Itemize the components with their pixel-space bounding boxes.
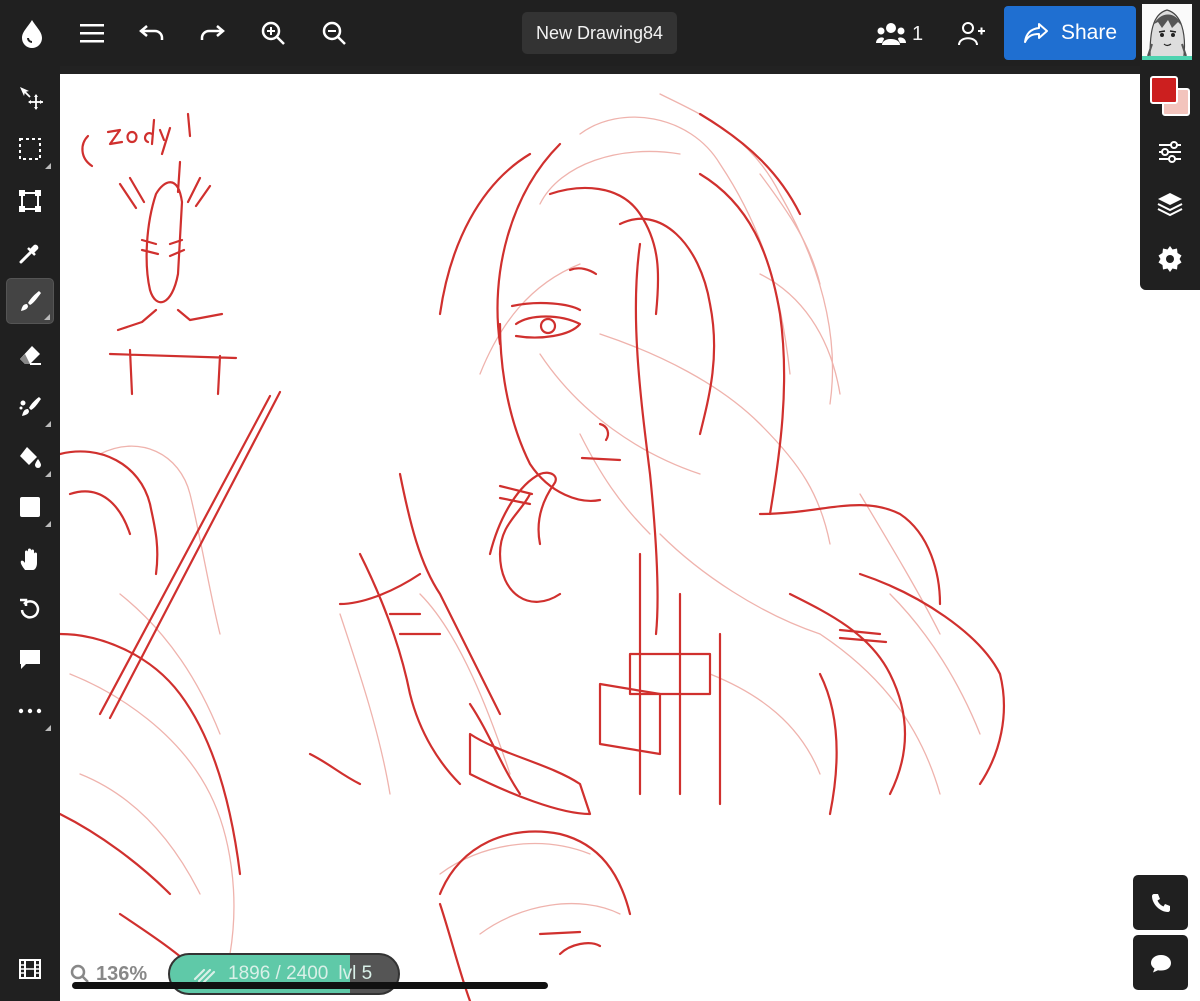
drawing-canvas[interactable] (60, 74, 1200, 1001)
transform-icon (19, 190, 41, 212)
top-bar: New Drawing84 1 Share (0, 0, 1200, 66)
smudge-icon (19, 397, 41, 416)
more-tools[interactable] (6, 688, 54, 734)
phone-icon (1151, 893, 1170, 912)
tool-sidebar (0, 66, 60, 1001)
settings-icon (1158, 246, 1182, 272)
users-indicator[interactable]: 1 (876, 14, 923, 54)
color-swatch[interactable] (1150, 76, 1192, 118)
film-icon (19, 959, 41, 979)
rotate-icon (20, 598, 40, 619)
share-arrow-icon (1023, 23, 1048, 43)
add-user-icon (958, 22, 985, 46)
comment-tool[interactable] (6, 636, 54, 682)
brush-icon (21, 291, 41, 311)
home-indicator (72, 982, 548, 989)
brush-tool[interactable] (6, 278, 54, 324)
marquee-icon (19, 138, 41, 160)
primary-color-swatch[interactable] (1150, 76, 1178, 104)
hand-icon (20, 548, 37, 570)
document-title[interactable]: New Drawing84 (522, 12, 678, 54)
users-count: 1 (912, 22, 924, 45)
layers-button[interactable] (1148, 182, 1192, 226)
share-button[interactable]: Share (1004, 6, 1136, 60)
move-tool[interactable] (6, 74, 54, 120)
redo-icon[interactable] (188, 8, 236, 58)
sketch-artwork (60, 93, 1006, 1001)
shape-tool[interactable] (6, 484, 54, 530)
eraser-tool[interactable] (6, 332, 54, 378)
users-icon (876, 23, 906, 45)
move-icon (20, 87, 43, 110)
square-icon (20, 497, 40, 517)
right-panel (1140, 66, 1200, 290)
more-icon (18, 708, 42, 714)
add-user-button[interactable] (950, 12, 992, 56)
comment-icon (20, 650, 40, 669)
rotate-tool[interactable] (6, 586, 54, 632)
zoom-out-icon[interactable] (310, 8, 358, 58)
hand-tool[interactable] (6, 536, 54, 582)
search-icon (70, 964, 89, 983)
fill-tool[interactable] (6, 434, 54, 480)
chat-icon (1150, 954, 1171, 972)
eyedropper-icon (19, 244, 39, 264)
logo-drop-icon[interactable] (8, 8, 56, 58)
menu-icon[interactable] (68, 8, 116, 58)
avatar[interactable] (1142, 4, 1192, 60)
transform-tool[interactable] (6, 178, 54, 224)
brush-strokes-icon (193, 968, 216, 984)
timelapse-button[interactable] (6, 946, 54, 992)
paint-bucket-icon (20, 447, 41, 468)
select-tool[interactable] (6, 126, 54, 172)
voice-call-button[interactable] (1133, 875, 1188, 930)
adjustments-button[interactable] (1148, 130, 1192, 174)
eyedropper-tool[interactable] (6, 230, 54, 276)
zoom-in-icon[interactable] (249, 8, 297, 58)
layers-icon (1157, 193, 1183, 217)
settings-button[interactable] (1148, 236, 1192, 280)
adjust-icon (1159, 141, 1181, 163)
eraser-icon (20, 346, 41, 365)
chat-button[interactable] (1133, 935, 1188, 990)
smudge-tool[interactable] (6, 384, 54, 430)
undo-icon[interactable] (128, 8, 176, 58)
share-label: Share (1060, 21, 1118, 44)
